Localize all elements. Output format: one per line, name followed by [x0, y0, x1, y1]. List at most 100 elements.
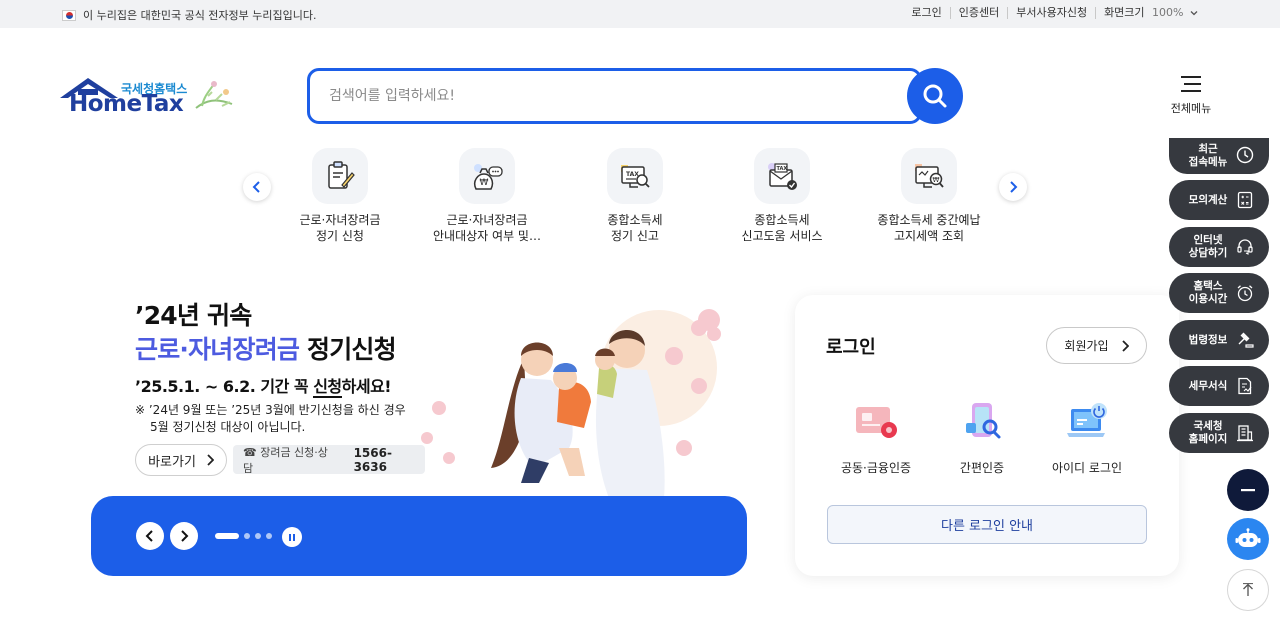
- gov-notice-text[interactable]: 이 누리집은 대한민국 공식 전자정부 누리집입니다.: [83, 7, 317, 23]
- quick-menu-line2: 안내대상자 여부 및…: [433, 229, 541, 243]
- quick-menu-line2: 신고도움 서비스: [741, 229, 823, 243]
- banner-control-band: [91, 496, 747, 576]
- quick-menu-item[interactable]: ₩ 종합소득세 중간예납 고지세액 조회: [864, 148, 994, 244]
- money-bag-chat-icon: ₩: [459, 148, 515, 204]
- side-menu-law[interactable]: 법령정보: [1169, 320, 1269, 360]
- side-menu-simulation[interactable]: 모의계산: [1169, 180, 1269, 220]
- quick-menu-line2: 고지세액 조회: [893, 229, 965, 243]
- banner-prev-button[interactable]: [136, 522, 164, 550]
- side-menu-consult[interactable]: 인터넷 상담하기: [1169, 227, 1269, 267]
- all-menu-button[interactable]: 전체메뉴: [1168, 76, 1214, 116]
- search-icon: [923, 84, 947, 108]
- chevron-right-icon: [1121, 339, 1129, 352]
- minus-icon: [1241, 489, 1255, 492]
- consult-phone: ☎ 장려금 신청·상담 1566-3636: [233, 445, 425, 475]
- chevron-right-icon: [181, 530, 189, 542]
- side-menu-label: 최근 접속메뉴: [1183, 143, 1233, 169]
- banner-go-label: 바로가기: [148, 454, 196, 470]
- pagination-dot[interactable]: [255, 533, 261, 539]
- leaf-decoration-icon: [195, 81, 233, 109]
- zoom-label: 화면크기: [1104, 6, 1145, 19]
- top-login-link[interactable]: 로그인: [903, 7, 949, 19]
- family-illustration: [421, 309, 721, 498]
- quick-menu-line2: 정기 신청: [316, 229, 364, 243]
- hometax-logo[interactable]: 국세청홈택스 HomeTax: [58, 76, 238, 120]
- search-box: [307, 68, 922, 124]
- side-consult-label-2: 상담하기: [1188, 247, 1228, 259]
- collapse-side-menu-button[interactable]: [1227, 469, 1269, 511]
- arrow-up-icon: [1243, 583, 1253, 596]
- banner-title: 근로·자녀장려금 정기신청: [135, 330, 397, 366]
- quick-next-button[interactable]: [999, 173, 1027, 201]
- scroll-top-button[interactable]: [1227, 569, 1269, 611]
- zoom-control[interactable]: 화면크기 100%: [1095, 7, 1206, 19]
- chevron-left-icon: [145, 530, 153, 542]
- quick-menu-item[interactable]: ₩ 근로·자녀장려금 안내대상자 여부 및…: [422, 148, 552, 244]
- quick-menu-line2: 정기 신고: [611, 229, 659, 243]
- side-menu-hours[interactable]: 홈택스 이용시간: [1169, 273, 1269, 313]
- quick-menu-item[interactable]: TAX 종합소득세 정기 신고: [570, 148, 700, 244]
- other-login-guide-button[interactable]: 다른 로그인 안내: [827, 505, 1147, 544]
- headset-chat-icon: [1237, 239, 1253, 255]
- consult-phone-label: ☎ 장려금 신청·상담: [243, 445, 328, 475]
- svg-text:TAX: TAX: [777, 166, 788, 172]
- gov-notice: 이 누리집은 대한민국 공식 전자정부 누리집입니다.: [62, 7, 317, 23]
- tax-monitor-search-icon: TAX: [607, 148, 663, 204]
- alarm-clock-icon: [1237, 285, 1253, 302]
- side-menu-forms[interactable]: 세무서식: [1169, 366, 1269, 406]
- side-recent-label-1: 최근: [1198, 143, 1218, 155]
- laptop-power-icon: [1067, 403, 1107, 437]
- pagination-dot[interactable]: [266, 533, 272, 539]
- side-menu-label: 홈택스 이용시간: [1183, 280, 1233, 306]
- chatbot-button[interactable]: [1227, 518, 1269, 560]
- banner-period-a: ’25.5.1. ~ 6.2. 기간 꼭: [135, 377, 314, 396]
- banner-pause-button[interactable]: [282, 527, 302, 547]
- hamburger-icon: [1181, 76, 1201, 92]
- quick-menu-item[interactable]: 근로·자녀장려금 정기 신청: [275, 148, 405, 244]
- building-icon: [1237, 425, 1253, 442]
- side-menu-label: 인터넷 상담하기: [1183, 234, 1233, 260]
- gavel-icon: [1238, 332, 1254, 348]
- banner-year: ’24년 귀속: [135, 301, 252, 330]
- tax-envelope-check-icon: TAX: [754, 148, 810, 204]
- banner-go-button[interactable]: 바로가기: [135, 444, 227, 476]
- side-menu-recent[interactable]: 최근 접속메뉴: [1169, 138, 1269, 174]
- quick-menu-line1: 종합소득세: [754, 213, 810, 227]
- side-nts-label-2: 홈페이지: [1188, 433, 1228, 445]
- banner-period-b: 신청: [313, 377, 342, 398]
- top-dept-user-link[interactable]: 부서사용자신청: [1007, 7, 1095, 19]
- chevron-left-icon: [252, 181, 260, 193]
- login-option-certificate[interactable]: 공동·금융인증: [821, 399, 931, 476]
- banner-period-c: 하세요!: [341, 377, 392, 396]
- chevron-right-icon: [207, 454, 214, 466]
- pagination-dot[interactable]: [244, 533, 250, 539]
- side-menu-nts-homepage[interactable]: 국세청 홈페이지: [1169, 413, 1269, 453]
- banner-period: ’25.5.1. ~ 6.2. 기간 꼭 신청하세요!: [135, 373, 392, 398]
- search-button[interactable]: [907, 68, 963, 124]
- top-cert-center-link[interactable]: 인증센터: [949, 7, 1007, 19]
- join-button[interactable]: 회원가입: [1046, 327, 1147, 364]
- robot-icon: [1235, 528, 1261, 547]
- svg-text:₩: ₩: [933, 176, 940, 184]
- banner-next-button[interactable]: [170, 522, 198, 550]
- search-input[interactable]: [329, 84, 889, 108]
- quick-prev-button[interactable]: [243, 173, 271, 201]
- banner-title-highlight: 근로·자녀장려금: [135, 335, 300, 364]
- quick-menu-line1: 근로·자녀장려금: [446, 213, 528, 227]
- quick-menu-line1: 종합소득세: [607, 213, 663, 227]
- quick-menu-item[interactable]: TAX 종합소득세 신고도움 서비스: [717, 148, 847, 244]
- side-menu-label: 모의계산: [1188, 193, 1228, 206]
- pagination-dot-active[interactable]: [215, 533, 239, 539]
- quick-menu-line1: 종합소득세 중간예납: [877, 213, 981, 227]
- quick-menu-line1: 근로·자녀장려금: [299, 213, 381, 227]
- banner-note-line2: 5월 정기신청 대상이 아닙니다.: [150, 420, 306, 434]
- login-option-id[interactable]: 아이디 로그인: [1032, 399, 1142, 476]
- won-monitor-search-icon: ₩: [901, 148, 957, 204]
- login-panel: 로그인 회원가입 공동·금융인증 간편인증 아이디 로그인 다른 로그인 안내: [795, 295, 1179, 576]
- chevron-right-icon: [1010, 181, 1018, 193]
- pause-icon-bar: [293, 533, 295, 541]
- gov-topbar: 이 누리집은 대한민국 공식 전자정부 누리집입니다. 로그인 인증센터 부서사…: [0, 0, 1280, 28]
- login-option-label: 간편인증: [959, 461, 1005, 475]
- login-option-simple[interactable]: 간편인증: [927, 399, 1037, 476]
- all-menu-label: 전체메뉴: [1170, 102, 1212, 115]
